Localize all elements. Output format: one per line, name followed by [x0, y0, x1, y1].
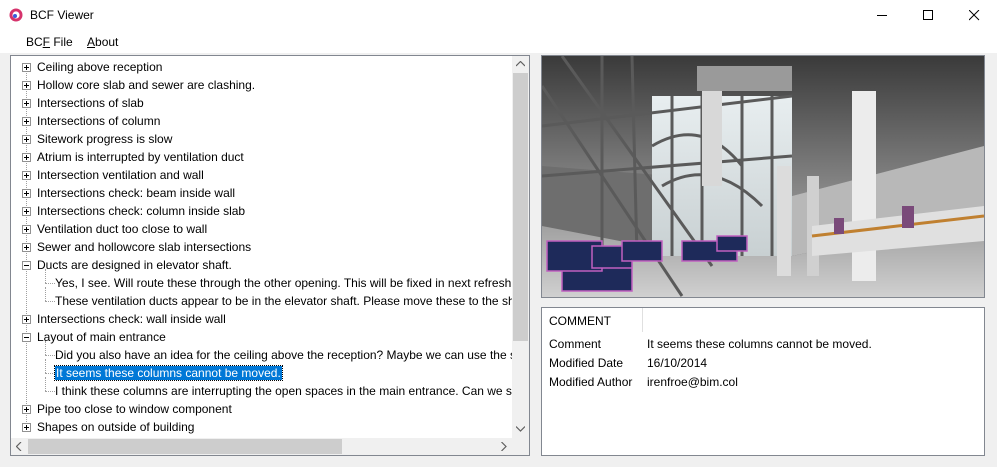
modified-author-value[interactable]: irenfroe@bim.col — [647, 375, 738, 389]
tree-comment-item[interactable]: Yes, I see. Will route these through the… — [55, 274, 530, 292]
close-button[interactable] — [951, 0, 997, 31]
expand-icon[interactable] — [22, 405, 31, 414]
tree-topic-item[interactable]: Ventilation duct too close to wall — [37, 220, 207, 238]
expand-icon[interactable] — [22, 423, 31, 432]
close-icon — [968, 10, 979, 21]
tree-connector-line — [45, 355, 55, 356]
vertical-scroll-thumb[interactable] — [513, 73, 528, 341]
tree-topic-item[interactable]: Ducts are designed in elevator shaft. — [37, 256, 232, 274]
menu-about[interactable]: About — [87, 35, 118, 49]
minimize-icon — [876, 15, 887, 16]
tree-connector-line — [45, 269, 46, 283]
scroll-up-icon[interactable] — [516, 61, 525, 67]
scroll-left-icon[interactable] — [16, 442, 22, 451]
app-logo-icon — [9, 8, 23, 22]
expand-icon[interactable] — [22, 225, 31, 234]
horizontal-scroll-thumb[interactable] — [28, 439, 342, 454]
tree-topic-item[interactable]: Intersections check: wall inside wall — [37, 310, 226, 328]
expand-icon[interactable] — [22, 315, 31, 324]
tree-topic-item[interactable]: Intersections check: beam inside wall — [37, 184, 235, 202]
comment-text: I think these columns are interrupting t… — [55, 384, 529, 398]
tree-comment-item[interactable]: I think these columns are interrupting t… — [55, 382, 529, 400]
tree-comment-item[interactable]: Did you also have an idea for the ceilin… — [55, 346, 530, 364]
tree-connector-line — [45, 341, 46, 355]
model-snapshot-viewport[interactable] — [541, 55, 985, 298]
tree-topic-item[interactable]: Intersections check: column inside slab — [37, 202, 245, 220]
tree-connector-line — [45, 359, 46, 373]
tree-connector-line — [45, 377, 46, 391]
tree-connector-line — [45, 283, 55, 284]
expand-icon[interactable] — [22, 81, 31, 90]
tree-topic-item[interactable]: Sewer and hollowcore slab intersections — [37, 238, 251, 256]
window-title: BCF Viewer — [30, 8, 94, 22]
comment-text: These ventilation ducts appear to be in … — [55, 294, 529, 308]
selected-comment-text: It seems these columns cannot be moved. — [54, 365, 283, 381]
tree-connector-line — [45, 301, 55, 302]
menu-bcf-file[interactable]: BCF File — [26, 35, 73, 49]
horizontal-scrollbar[interactable] — [11, 438, 512, 455]
expand-icon[interactable] — [22, 189, 31, 198]
properties-header: COMMENT — [542, 308, 643, 332]
tree-topic-item[interactable]: Intersections of column — [37, 112, 160, 130]
tree-connector-line — [45, 287, 46, 301]
comment-text: Yes, I see. Will route these through the… — [55, 276, 530, 290]
topic-tree[interactable]: Ceiling above reception Hollow core slab … — [10, 55, 530, 456]
scroll-down-icon[interactable] — [516, 426, 525, 432]
scroll-right-icon[interactable] — [501, 442, 507, 451]
tree-comment-item[interactable]: It seems these columns cannot be moved. — [54, 364, 283, 382]
tree-topic-item[interactable]: Hollow core slab and sewer are clashing. — [37, 76, 255, 94]
properties-header-label: COMMENT — [549, 314, 611, 328]
tree-topic-item[interactable]: Layout of main entrance — [37, 328, 166, 346]
tree-topic-item[interactable]: Ceiling above reception — [37, 58, 162, 76]
expand-icon[interactable] — [22, 99, 31, 108]
expand-icon[interactable] — [22, 171, 31, 180]
minimize-button[interactable] — [859, 0, 905, 31]
tree-topic-item[interactable]: Sitework progress is slow — [37, 130, 172, 148]
maximize-icon — [922, 10, 933, 20]
tree-comment-item[interactable]: These ventilation ducts appear to be in … — [55, 292, 529, 310]
building-interior-image — [542, 56, 984, 297]
modified-date-value[interactable]: 16/10/2014 — [647, 356, 707, 370]
comment-text: Did you also have an idea for the ceilin… — [55, 348, 530, 362]
tree-topic-item[interactable]: Intersection ventilation and wall — [37, 166, 204, 184]
expand-icon[interactable] — [22, 243, 31, 252]
tree-connector-line — [45, 391, 55, 392]
title-bar: BCF Viewer — [0, 0, 997, 31]
comment-label: Comment — [549, 337, 602, 351]
maximize-button[interactable] — [905, 0, 951, 31]
expand-icon[interactable] — [22, 135, 31, 144]
menu-bar: BCF File About — [0, 31, 997, 53]
modified-date-label: Modified Date — [549, 356, 624, 370]
expand-icon[interactable] — [22, 207, 31, 216]
tree-topic-item[interactable]: Atrium is interrupted by ventilation duc… — [37, 148, 244, 166]
comment-value[interactable]: It seems these columns cannot be moved. — [647, 337, 872, 351]
collapse-icon[interactable] — [22, 261, 31, 270]
modified-author-label: Modified Author — [549, 375, 633, 389]
expand-icon[interactable] — [22, 117, 31, 126]
comment-properties-panel: COMMENT Comment It seems these columns c… — [541, 307, 985, 456]
vertical-scrollbar[interactable] — [512, 56, 529, 438]
expand-icon[interactable] — [22, 63, 31, 72]
tree-connector-line — [45, 373, 55, 374]
tree-topic-item[interactable]: Shapes on outside of building — [37, 418, 194, 436]
scrollbar-corner — [512, 438, 529, 455]
tree-topic-item[interactable]: Intersections of slab — [37, 94, 144, 112]
collapse-icon[interactable] — [22, 333, 31, 342]
expand-icon[interactable] — [22, 153, 31, 162]
tree-topic-item[interactable]: Pipe too close to window component — [37, 400, 232, 418]
